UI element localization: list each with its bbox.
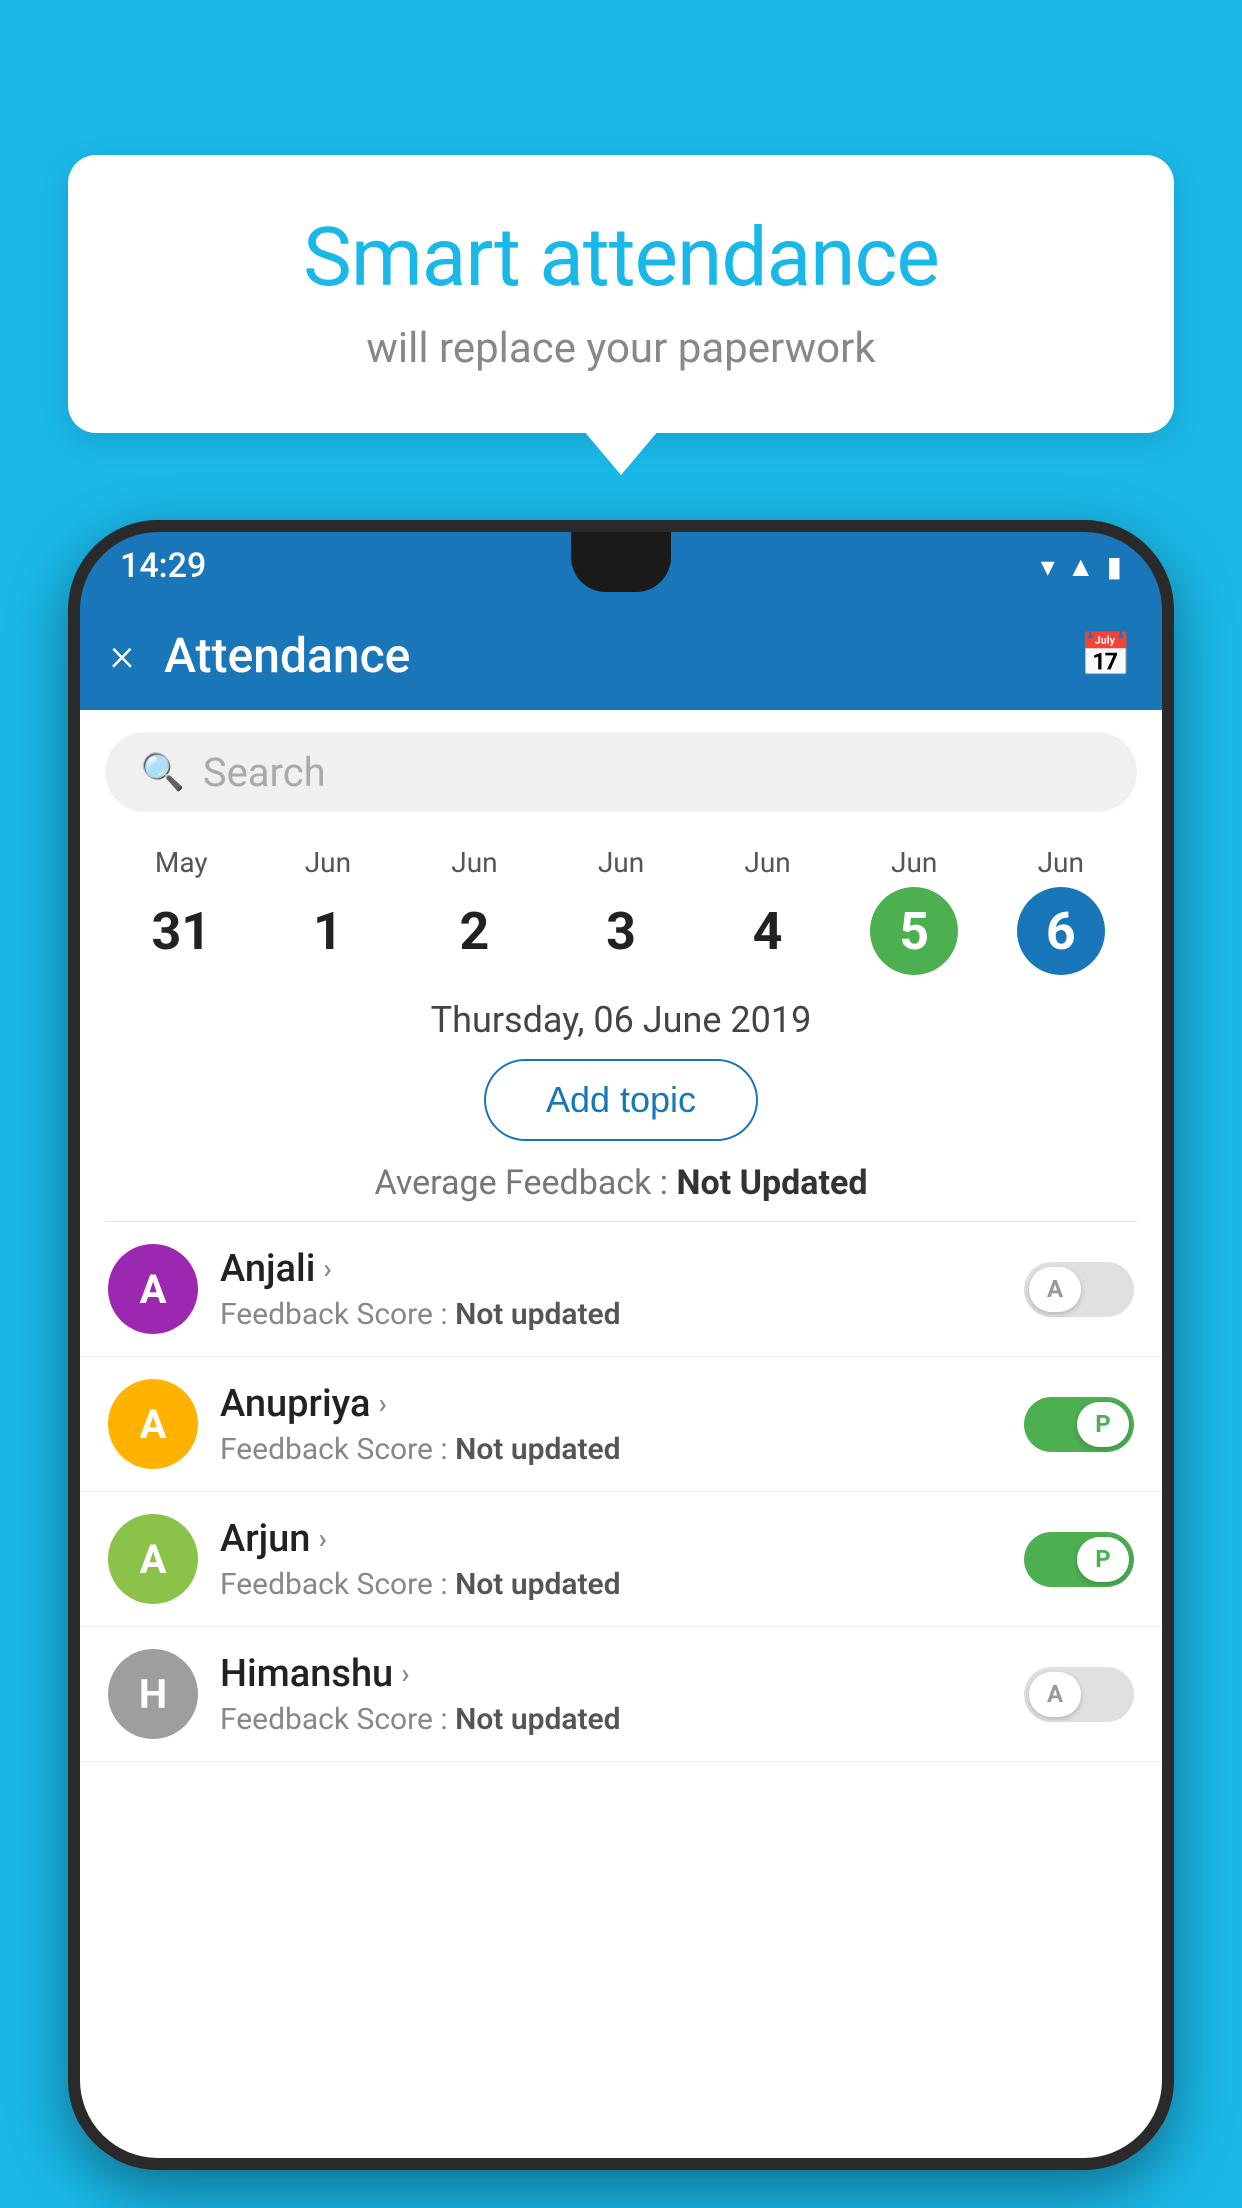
toggle-knob: P bbox=[1077, 1402, 1129, 1447]
day-number: 31 bbox=[137, 887, 225, 975]
day-number: 1 bbox=[284, 887, 372, 975]
avg-feedback-label: Average Feedback : bbox=[375, 1163, 677, 1203]
chevron-icon: › bbox=[378, 1387, 386, 1420]
toggle-wrapper[interactable]: P bbox=[1024, 1532, 1134, 1587]
month-label: Jun bbox=[1038, 846, 1084, 879]
bubble-title: Smart attendance bbox=[128, 210, 1114, 306]
avatar: H bbox=[108, 1649, 198, 1739]
battery-icon: ▮ bbox=[1107, 550, 1122, 583]
student-row-0[interactable]: A Anjali › Feedback Score : Not updated A bbox=[80, 1222, 1162, 1357]
student-info: Anupriya › Feedback Score : Not updated bbox=[220, 1382, 1002, 1467]
phone-wrapper: 14:29 ▾ ▲ ▮ × Attendance 📅 🔍 Search May 3… bbox=[68, 520, 1174, 2208]
chevron-icon: › bbox=[323, 1252, 331, 1285]
speech-bubble: Smart attendance will replace your paper… bbox=[68, 155, 1174, 433]
month-label: Jun bbox=[451, 846, 497, 879]
bubble-subtitle: will replace your paperwork bbox=[128, 324, 1114, 373]
student-row-2[interactable]: A Arjun › Feedback Score : Not updated P bbox=[80, 1492, 1162, 1627]
student-name: Arjun › bbox=[220, 1517, 1002, 1561]
date-col-4[interactable]: Jun 4 bbox=[694, 846, 841, 975]
student-row-1[interactable]: A Anupriya › Feedback Score : Not updated P bbox=[80, 1357, 1162, 1492]
date-col-3[interactable]: Jun 3 bbox=[548, 846, 695, 975]
chevron-icon: › bbox=[401, 1657, 409, 1690]
notch bbox=[571, 532, 671, 592]
day-number: 2 bbox=[430, 887, 518, 975]
month-label: Jun bbox=[598, 846, 644, 879]
search-bar[interactable]: 🔍 Search bbox=[105, 732, 1137, 812]
status-icons: ▾ ▲ ▮ bbox=[1041, 550, 1122, 583]
attendance-toggle[interactable]: P bbox=[1024, 1397, 1134, 1452]
students-list: AAnjali ›Feedback Score : Not updatedAAA… bbox=[80, 1222, 1162, 1762]
date-col-6[interactable]: Jun 6 bbox=[987, 846, 1134, 975]
date-col-5[interactable]: Jun 5 bbox=[841, 846, 988, 975]
date-col-2[interactable]: Jun 2 bbox=[401, 846, 548, 975]
app-title: Attendance bbox=[164, 627, 1080, 684]
power-button bbox=[1170, 900, 1174, 990]
attendance-toggle[interactable]: A bbox=[1024, 1667, 1134, 1722]
search-placeholder: Search bbox=[203, 749, 326, 796]
date-row: May 31 Jun 1 Jun 2 Jun 3 Jun 4 Jun 5 Jun 6 bbox=[80, 834, 1162, 987]
date-col-0[interactable]: May 31 bbox=[108, 846, 255, 975]
attendance-toggle[interactable]: P bbox=[1024, 1532, 1134, 1587]
toggle-wrapper[interactable]: P bbox=[1024, 1397, 1134, 1452]
toggle-wrapper[interactable]: A bbox=[1024, 1667, 1134, 1722]
day-number: 5 bbox=[870, 887, 958, 975]
month-label: Jun bbox=[744, 846, 790, 879]
app-bar: × Attendance 📅 bbox=[80, 600, 1162, 710]
day-number: 3 bbox=[577, 887, 665, 975]
feedback-score: Feedback Score : Not updated bbox=[220, 1432, 1002, 1467]
phone: 14:29 ▾ ▲ ▮ × Attendance 📅 🔍 Search May 3… bbox=[68, 520, 1174, 2170]
add-topic-button[interactable]: Add topic bbox=[484, 1059, 758, 1141]
status-time: 14:29 bbox=[120, 546, 206, 586]
toggle-knob: A bbox=[1029, 1267, 1081, 1312]
month-label: May bbox=[155, 846, 208, 879]
close-button[interactable]: × bbox=[110, 628, 134, 682]
date-col-1[interactable]: Jun 1 bbox=[255, 846, 402, 975]
wifi-icon: ▾ bbox=[1041, 550, 1055, 583]
signal-icon: ▲ bbox=[1067, 550, 1095, 583]
month-label: Jun bbox=[305, 846, 351, 879]
toggle-knob: A bbox=[1029, 1672, 1081, 1717]
student-name: Anupriya › bbox=[220, 1382, 1002, 1426]
student-name: Himanshu › bbox=[220, 1652, 1002, 1696]
avg-feedback-value: Not Updated bbox=[676, 1163, 867, 1203]
feedback-score: Feedback Score : Not updated bbox=[220, 1297, 1002, 1332]
student-name: Anjali › bbox=[220, 1247, 1002, 1291]
chevron-icon: › bbox=[318, 1522, 326, 1555]
volume-up-button bbox=[68, 800, 72, 870]
student-info: Arjun › Feedback Score : Not updated bbox=[220, 1517, 1002, 1602]
day-number: 4 bbox=[724, 887, 812, 975]
calendar-icon[interactable]: 📅 bbox=[1080, 631, 1132, 680]
student-info: Himanshu › Feedback Score : Not updated bbox=[220, 1652, 1002, 1737]
selected-date-label: Thursday, 06 June 2019 bbox=[80, 987, 1162, 1059]
toggle-knob: P bbox=[1077, 1537, 1129, 1582]
student-info: Anjali › Feedback Score : Not updated bbox=[220, 1247, 1002, 1332]
avatar: A bbox=[108, 1244, 198, 1334]
avatar: A bbox=[108, 1379, 198, 1469]
feedback-score: Feedback Score : Not updated bbox=[220, 1567, 1002, 1602]
student-row-3[interactable]: H Himanshu › Feedback Score : Not updated A bbox=[80, 1627, 1162, 1762]
month-label: Jun bbox=[891, 846, 937, 879]
attendance-toggle[interactable]: A bbox=[1024, 1262, 1134, 1317]
volume-down-button bbox=[68, 900, 72, 1010]
day-number: 6 bbox=[1017, 887, 1105, 975]
average-feedback: Average Feedback : Not Updated bbox=[80, 1163, 1162, 1203]
toggle-wrapper[interactable]: A bbox=[1024, 1262, 1134, 1317]
screen: 🔍 Search May 31 Jun 1 Jun 2 Jun 3 Jun 4 Jun 5 Jun 6 T… bbox=[80, 710, 1162, 2158]
avatar: A bbox=[108, 1514, 198, 1604]
search-icon: 🔍 bbox=[140, 751, 185, 793]
feedback-score: Feedback Score : Not updated bbox=[220, 1702, 1002, 1737]
